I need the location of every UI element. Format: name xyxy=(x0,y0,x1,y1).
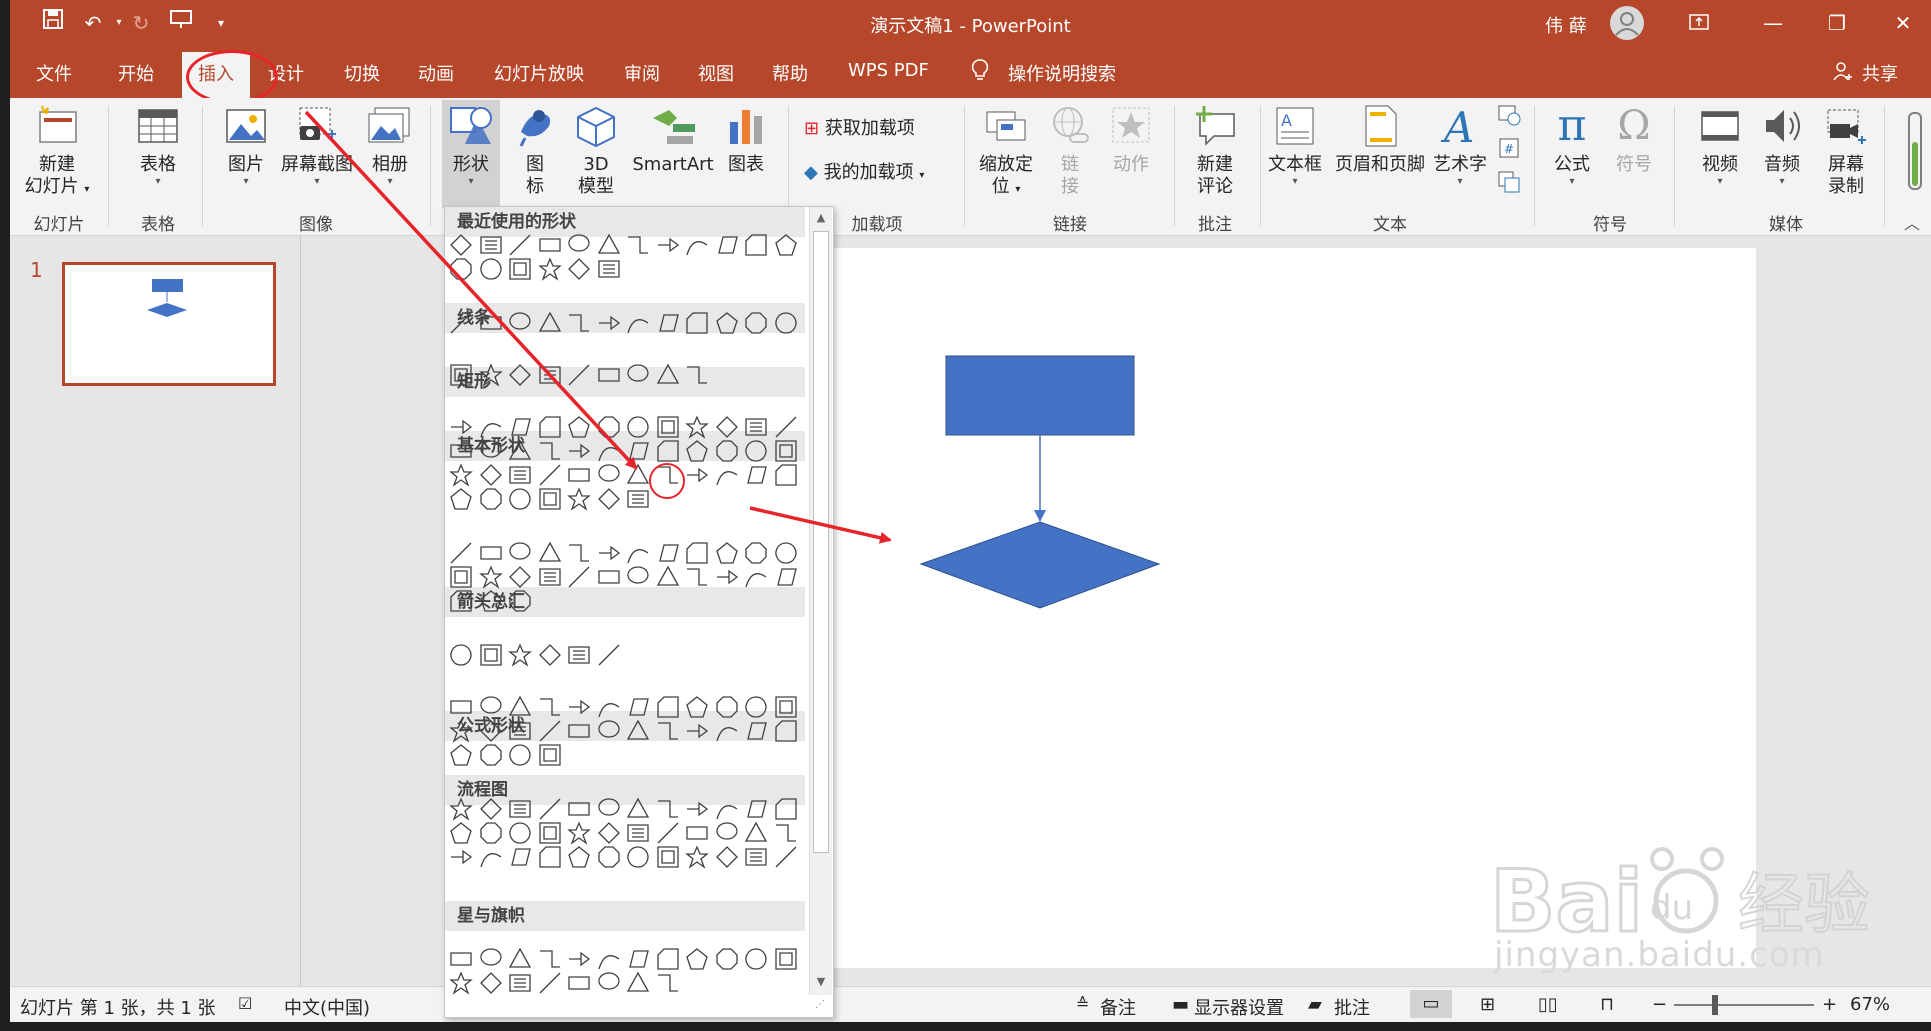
watermark-url: jingyan.baidu.com xyxy=(1494,935,1825,975)
svg-text:经验: 经验 xyxy=(1738,866,1870,943)
svg-text:du: du xyxy=(1650,888,1693,928)
powerpoint-window: ↶ ▾ ↻ ▾ 演示文稿1 - PowerPoint 伟 薛 — ❐ ✕ 文件 … xyxy=(10,0,1931,1031)
annotation-arrow-to-canvas xyxy=(749,506,892,544)
annotation-arrow-to-diamond xyxy=(304,110,638,470)
